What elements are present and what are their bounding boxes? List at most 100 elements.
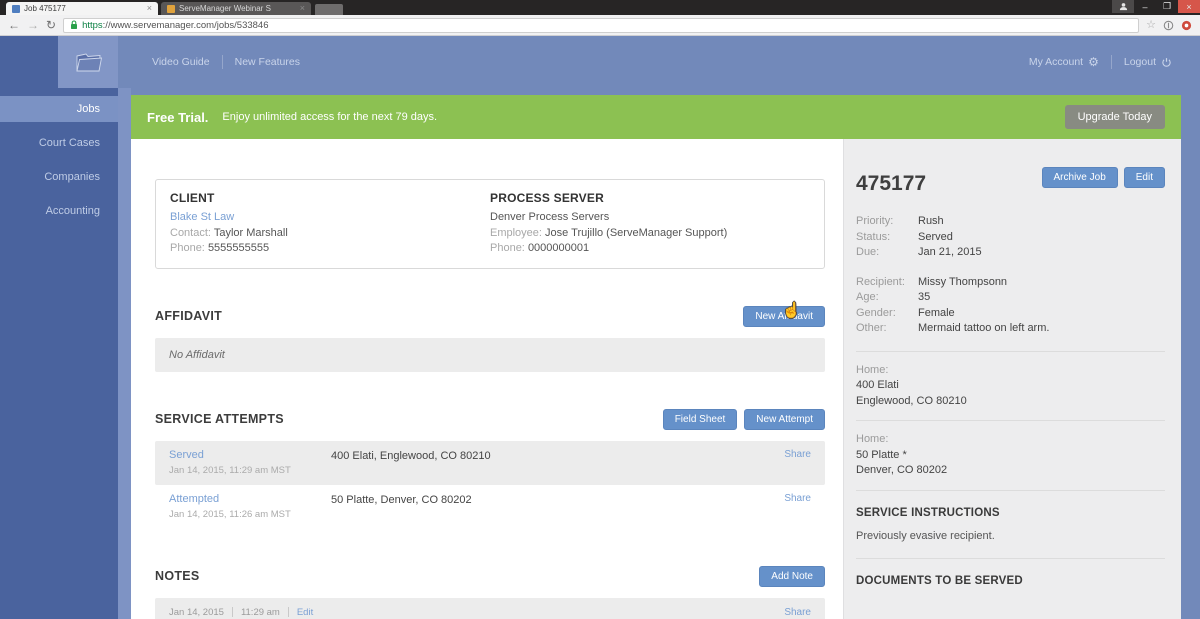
documents-to-be-served-heading: DOCUMENTS TO BE SERVED <box>856 575 1165 587</box>
app-header: Video Guide New Features My Account ⚙ Lo… <box>0 36 1200 88</box>
phone-label: Phone: <box>170 242 205 254</box>
other-value: Mermaid tattoo on left arm. <box>918 321 1049 337</box>
employee-label: Employee: <box>490 227 542 239</box>
browser-tab-inactive[interactable]: ServeManager Webinar S × <box>161 2 311 15</box>
field-sheet-button[interactable]: Field Sheet <box>663 409 738 430</box>
minimize-icon[interactable]: – <box>1134 0 1156 13</box>
forward-icon[interactable]: → <box>27 19 39 31</box>
extension-icon[interactable] <box>1163 20 1174 31</box>
divider <box>856 351 1165 352</box>
client-card: CLIENT Blake St Law Contact: Taylor Mars… <box>155 179 825 269</box>
attempt-address: 400 Elati, Englewood, CO 80210 <box>331 449 784 476</box>
logout-link[interactable]: Logout <box>1112 56 1184 68</box>
sidebar-item-jobs[interactable]: Jobs <box>0 96 118 122</box>
attempt-status-link[interactable]: Served <box>169 449 204 461</box>
meta-separator <box>288 607 289 617</box>
notes-section-head: NOTES Add Note <box>155 566 825 587</box>
due-value: Jan 21, 2015 <box>918 245 982 261</box>
note-edit-link[interactable]: Edit <box>297 607 313 618</box>
attempt-date: Jan 14, 2015, 11:29 am MST <box>169 465 331 476</box>
status-value: Served <box>918 230 953 246</box>
nav-new-features[interactable]: New Features <box>223 56 312 68</box>
new-tab-button[interactable] <box>315 4 343 15</box>
service-attempts-section-head: SERVICE ATTEMPTS Field Sheet New Attempt <box>155 409 825 430</box>
tab-title: ServeManager Webinar S <box>179 4 296 13</box>
tab-title: Job 475177 <box>24 4 143 13</box>
back-icon[interactable]: ← <box>8 19 20 31</box>
client-company-link[interactable]: Blake St Law <box>170 211 234 223</box>
phone-value: 0000000001 <box>528 242 589 254</box>
trial-message: Enjoy unlimited access for the next 79 d… <box>222 111 437 123</box>
my-account-link[interactable]: My Account ⚙ <box>1017 55 1111 69</box>
logo-zone <box>0 36 118 88</box>
process-server-heading: PROCESS SERVER <box>490 191 810 205</box>
extension-icon-red[interactable] <box>1181 20 1192 31</box>
edit-job-button[interactable]: Edit <box>1124 167 1165 188</box>
new-attempt-button[interactable]: New Attempt <box>744 409 825 430</box>
url-bar[interactable]: https://www.servemanager.com/jobs/533846 <box>63 18 1139 33</box>
divider <box>856 420 1165 421</box>
notes-heading: NOTES <box>155 569 200 583</box>
age-value: 35 <box>918 290 930 306</box>
maximize-icon[interactable]: ❐ <box>1156 0 1178 13</box>
cursor-pointer-icon: ☝ <box>782 301 801 319</box>
no-affidavit-box: No Affidavit <box>155 338 825 372</box>
divider <box>856 490 1165 491</box>
note-row: Jan 14, 2015 11:29 am Edit Bad Address S… <box>155 598 825 619</box>
affidavit-section-head: AFFIDAVIT New Affidavit <box>155 306 825 327</box>
profile-icon[interactable] <box>1112 0 1134 13</box>
gear-icon: ⚙ <box>1088 55 1099 69</box>
sidebar-item-court-cases[interactable]: Court Cases <box>0 130 118 156</box>
contact-value: Taylor Marshall <box>214 227 288 239</box>
refresh-icon[interactable]: ↻ <box>46 19 56 31</box>
attempt-date: Jan 14, 2015, 11:26 am MST <box>169 509 331 520</box>
free-trial-banner: Free Trial. Enjoy unlimited access for t… <box>131 95 1181 139</box>
address-line: 50 Platte * <box>856 448 1165 464</box>
affidavit-heading: AFFIDAVIT <box>155 309 222 323</box>
trial-title: Free Trial. <box>147 110 208 125</box>
job-main-column: CLIENT Blake St Law Contact: Taylor Mars… <box>131 139 843 619</box>
sidebar-item-companies[interactable]: Companies <box>0 164 118 190</box>
note-date: Jan 14, 2015 <box>169 607 224 618</box>
url-text: https://www.servemanager.com/jobs/533846 <box>82 20 268 31</box>
process-server-section: PROCESS SERVER Denver Process Servers Em… <box>490 191 810 257</box>
client-section: CLIENT Blake St Law Contact: Taylor Mars… <box>170 191 490 257</box>
phone-value: 5555555555 <box>208 242 269 254</box>
divider <box>856 558 1165 559</box>
process-server-company: Denver Process Servers <box>490 210 810 226</box>
archive-job-button[interactable]: Archive Job <box>1042 167 1118 188</box>
note-time: 11:29 am <box>241 607 280 618</box>
address-line: Denver, CO 80202 <box>856 463 1165 479</box>
servemanager-job-page: Job 475177 × ServeManager Webinar S × – … <box>0 0 1200 619</box>
tab-close-icon[interactable]: × <box>147 4 152 13</box>
client-heading: CLIENT <box>170 191 490 205</box>
browser-toolbar: ← → ↻ https://www.servemanager.com/jobs/… <box>0 15 1200 36</box>
close-icon[interactable]: × <box>1178 0 1200 13</box>
tab-close-icon[interactable]: × <box>300 4 305 13</box>
account-nav: My Account ⚙ Logout <box>1017 36 1200 88</box>
add-note-button[interactable]: Add Note <box>759 566 825 587</box>
recipient-group: Recipient:Missy Thompsonn Age:35 Gender:… <box>856 275 1165 337</box>
phone-label: Phone: <box>490 242 525 254</box>
sidebar-item-accounting[interactable]: Accounting <box>0 198 118 224</box>
tab-favicon <box>167 5 175 13</box>
address-block: Home: 400 Elati Englewood, CO 80210 <box>856 363 1165 410</box>
job-status-group: Priority:Rush Status:Served Due:Jan 21, … <box>856 214 1165 261</box>
upgrade-today-button[interactable]: Upgrade Today <box>1065 105 1165 129</box>
job-detail-panel: 475177 Archive Job Edit Priority:Rush St… <box>843 139 1181 619</box>
sidebar: Jobs Court Cases Companies Accounting <box>0 88 118 619</box>
share-link[interactable]: Share <box>654 607 811 618</box>
nav-video-guide[interactable]: Video Guide <box>140 56 222 68</box>
browser-tab-active[interactable]: Job 475177 × <box>6 2 158 15</box>
browser-tab-strip: Job 475177 × ServeManager Webinar S × – … <box>0 0 1200 15</box>
attempt-address: 50 Platte, Denver, CO 80202 <box>331 493 784 520</box>
servemanager-logo[interactable] <box>58 36 118 88</box>
attempt-row: Attempted Jan 14, 2015, 11:26 am MST 50 … <box>155 485 825 529</box>
banner-gap <box>131 88 1181 95</box>
bookmark-star-icon[interactable]: ☆ <box>1146 20 1156 31</box>
service-instructions-heading: SERVICE INSTRUCTIONS <box>856 507 1165 519</box>
share-link[interactable]: Share <box>784 493 811 520</box>
attempt-status-link[interactable]: Attempted <box>169 493 219 505</box>
priority-value: Rush <box>918 214 944 230</box>
share-link[interactable]: Share <box>784 449 811 476</box>
